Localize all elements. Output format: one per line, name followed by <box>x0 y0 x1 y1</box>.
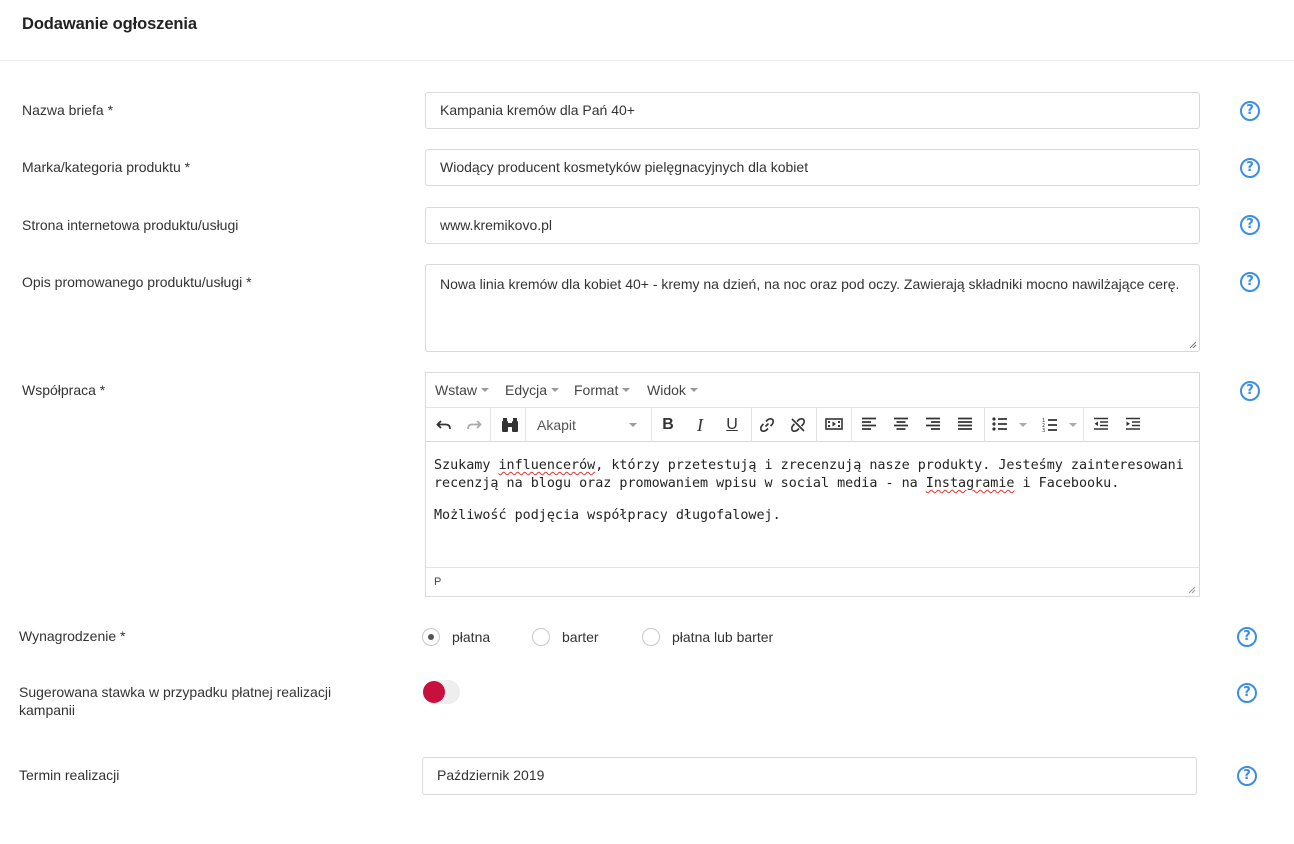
radio-barter-label[interactable]: barter <box>562 629 599 645</box>
suggested-rate-label: Sugerowana stawka w przypadku płatnej re… <box>19 684 332 718</box>
block-format-select[interactable]: Akapit <box>527 413 647 437</box>
menu-format-label: Format <box>574 382 619 398</box>
brand-label: Marka/kategoria produktu * <box>22 159 191 175</box>
suggested-rate-help-icon[interactable]: ? <box>1237 683 1257 703</box>
toolbar-divider <box>525 408 526 442</box>
radio-paid-circle[interactable] <box>422 628 440 646</box>
underline-icon[interactable]: U <box>719 413 745 437</box>
media-icon[interactable] <box>821 413 847 437</box>
toolbar-divider <box>816 408 817 442</box>
chevron-down-icon[interactable] <box>1019 423 1027 427</box>
svg-text:3: 3 <box>1042 428 1045 433</box>
editor-toolbar: Akapit B I U 1 2 3 <box>426 408 1199 442</box>
redo-icon[interactable] <box>461 413 487 437</box>
chevron-down-icon <box>622 388 631 393</box>
find-replace-icon[interactable] <box>497 413 523 437</box>
menu-view[interactable]: Widok <box>647 382 698 398</box>
compensation-help-icon[interactable]: ? <box>1237 627 1257 647</box>
misspelled-word: Instagramie <box>925 476 1015 491</box>
link-icon[interactable] <box>754 413 780 437</box>
deadline-help-icon[interactable]: ? <box>1237 766 1257 786</box>
radio-barter-circle[interactable] <box>532 628 550 646</box>
brand-input[interactable]: Wiodący producent kosmetyków pielęgnacyj… <box>425 149 1200 186</box>
brief-name-label: Nazwa briefa * <box>22 102 114 118</box>
compensation-label: Wynagrodzenie * <box>19 628 126 644</box>
align-center-icon[interactable] <box>888 413 914 437</box>
toolbar-divider <box>751 408 752 442</box>
chevron-down-icon <box>689 388 698 393</box>
align-right-icon[interactable] <box>920 413 946 437</box>
editor-menubar: Wstaw Edycja Format Widok <box>426 373 1199 408</box>
cooperation-label: Współpraca * <box>22 382 106 398</box>
radio-paid-or-barter-circle[interactable] <box>642 628 660 646</box>
editor-statusbar: P <box>426 567 1199 597</box>
deadline-input[interactable]: Październik 2019 <box>422 757 1197 795</box>
description-help-icon[interactable]: ? <box>1240 272 1260 292</box>
toolbar-divider <box>984 408 985 442</box>
text-run: i Facebooku. <box>1014 476 1120 491</box>
editor-paragraph: Możliwość podjęcia współpracy długofalow… <box>434 508 781 523</box>
undo-icon[interactable] <box>431 413 457 437</box>
deadline-label: Termin realizacji <box>19 767 120 783</box>
website-input[interactable]: www.kremikovo.pl <box>425 207 1200 244</box>
resize-grip-icon[interactable] <box>1187 585 1196 594</box>
menu-insert-label: Wstaw <box>435 382 477 398</box>
menu-edit-label: Edycja <box>505 382 548 398</box>
numbered-list-icon[interactable]: 123 <box>1037 413 1063 437</box>
menu-format[interactable]: Format <box>574 382 631 398</box>
page-header: Dodawanie ogłoszenia <box>0 0 1294 61</box>
website-label: Strona internetowa produktu/usługi <box>22 217 239 233</box>
chevron-down-icon <box>481 388 489 393</box>
bullet-list-icon[interactable] <box>987 413 1013 437</box>
toolbar-divider <box>851 408 852 442</box>
rich-text-editor: Wstaw Edycja Format Widok Akapit B I U 1… <box>425 372 1200 597</box>
description-label: Opis promowanego produktu/usługi * <box>22 274 252 290</box>
radio-paid-or-barter-label[interactable]: płatna lub barter <box>672 629 773 645</box>
toolbar-divider <box>490 408 491 442</box>
outdent-icon[interactable] <box>1088 413 1114 437</box>
align-left-icon[interactable] <box>856 413 882 437</box>
unlink-icon[interactable] <box>785 413 811 437</box>
element-path[interactable]: P <box>434 576 441 588</box>
brand-help-icon[interactable]: ? <box>1240 158 1260 178</box>
indent-icon[interactable] <box>1120 413 1146 437</box>
chevron-down-icon <box>629 423 637 427</box>
block-format-value: Akapit <box>537 417 576 433</box>
brief-name-input[interactable]: Kampania kremów dla Pań 40+ <box>425 92 1200 129</box>
resize-grip-icon[interactable] <box>1189 341 1197 349</box>
toolbar-divider <box>1083 408 1084 442</box>
italic-icon[interactable]: I <box>687 413 713 437</box>
chevron-down-icon <box>551 388 560 393</box>
page-title: Dodawanie ogłoszenia <box>22 15 197 33</box>
chevron-down-icon[interactable] <box>1069 423 1077 427</box>
brief-name-help-icon[interactable]: ? <box>1240 101 1260 121</box>
toggle-knob <box>423 681 445 703</box>
suggested-rate-toggle[interactable] <box>423 680 460 704</box>
bold-icon[interactable]: B <box>655 413 681 437</box>
radio-paid-label[interactable]: płatna <box>452 629 490 645</box>
toolbar-divider <box>651 408 652 442</box>
editor-content[interactable]: Szukamy influencerów, którzy przetestują… <box>426 443 1199 567</box>
description-textarea[interactable]: Nowa linia kremów dla kobiet 40+ - kremy… <box>425 264 1200 352</box>
website-help-icon[interactable]: ? <box>1240 215 1260 235</box>
menu-insert[interactable]: Wstaw <box>435 382 489 398</box>
align-justify-icon[interactable] <box>952 413 978 437</box>
editor-paragraph: Szukamy influencerów, którzy przetestują… <box>434 457 1191 493</box>
cooperation-help-icon[interactable]: ? <box>1240 381 1260 401</box>
menu-edit[interactable]: Edycja <box>505 382 560 398</box>
text-run: Szukamy <box>434 458 499 473</box>
misspelled-word: influencerów <box>498 458 596 473</box>
description-text: Nowa linia kremów dla kobiet 40+ - kremy… <box>440 276 1180 292</box>
menu-view-label: Widok <box>647 382 686 398</box>
